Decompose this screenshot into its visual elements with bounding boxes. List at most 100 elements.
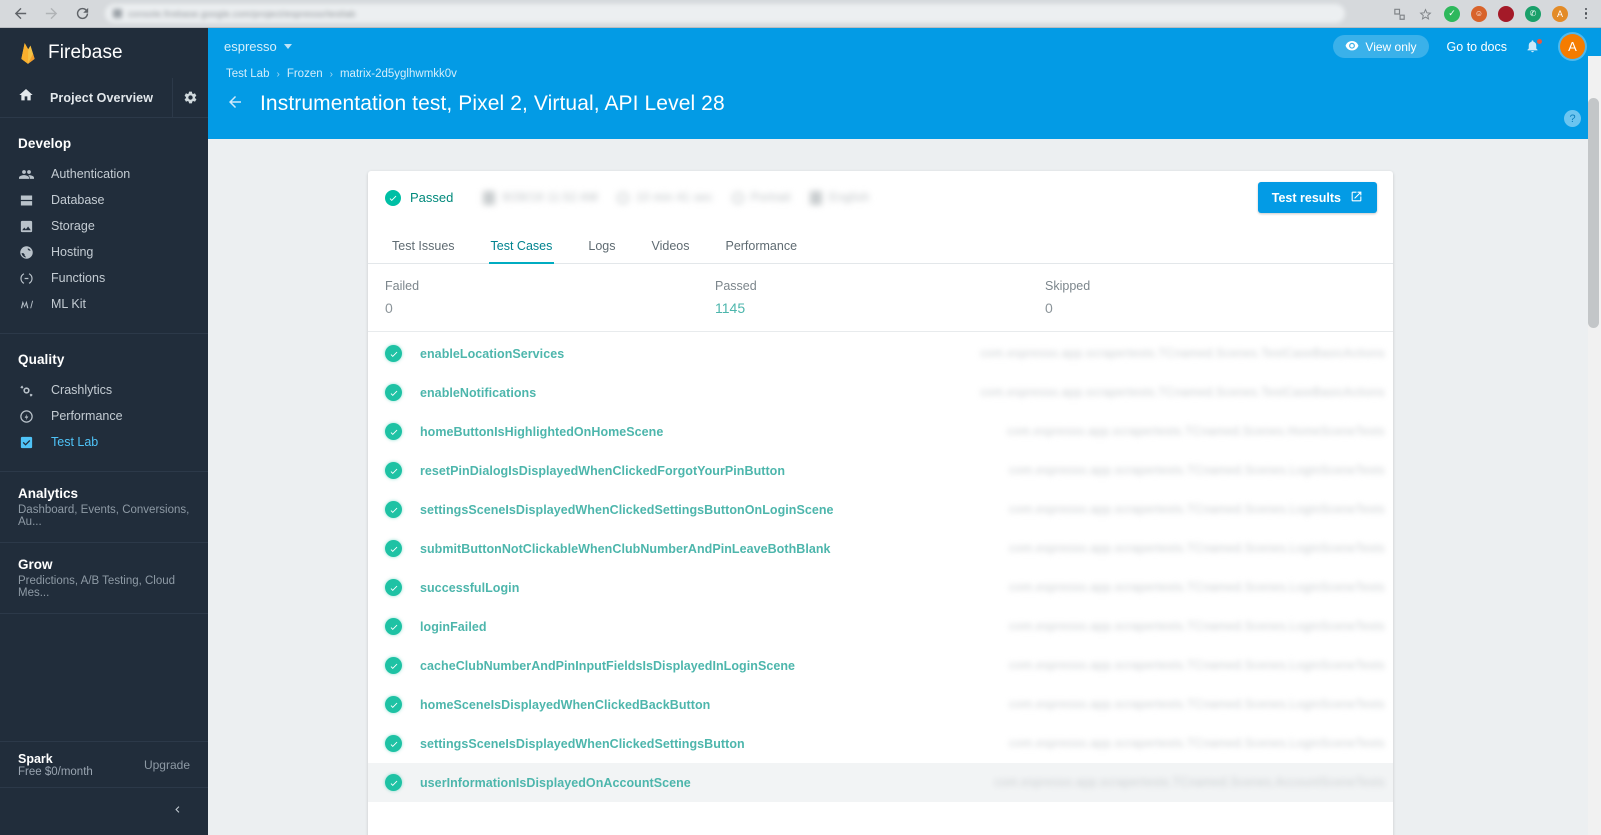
- sidebar-section-quality-title: Quality: [0, 334, 208, 377]
- stat-value: 0: [1045, 300, 1090, 316]
- test-case-name[interactable]: homeSceneIsDisplayedWhenClickedBackButto…: [420, 698, 710, 712]
- sidebar-item-ml-kit[interactable]: ML Kit: [0, 291, 208, 317]
- test-case-row[interactable]: enableLocationServicescom.espresso.app.s…: [368, 334, 1393, 373]
- test-case-class: com.espresso.app.scrapertests.TCnamed.Sc…: [1009, 699, 1385, 711]
- speedometer-icon: [18, 409, 35, 424]
- test-case-name[interactable]: resetPinDialogIsDisplayedWhenClickedForg…: [420, 464, 785, 478]
- whatsapp-extension-icon[interactable]: ✆: [1525, 6, 1541, 22]
- test-case-list: enableLocationServices com.espresso.app.s…: [368, 332, 1393, 802]
- test-case-class: com.espresso.app.scrapertests.TCnamed.Sc…: [1009, 465, 1385, 477]
- language-icon: [810, 191, 822, 205]
- check-circle-icon: [385, 345, 402, 362]
- test-case-name[interactable]: enableLocationServices: [420, 347, 564, 361]
- test-results-button[interactable]: Test results: [1258, 182, 1377, 213]
- project-overview-label: Project Overview: [50, 91, 153, 105]
- metadata-value: 10 min 41 sec: [636, 192, 713, 204]
- sidebar-item-project-overview[interactable]: Project Overview: [0, 78, 208, 118]
- test-case-row[interactable]: homeButtonIsHighlightedOnHomeScenecom.es…: [368, 412, 1393, 451]
- plan-name: Spark: [18, 752, 93, 766]
- sidebar-block-title: Grow: [18, 557, 208, 572]
- emoji-extension-icon[interactable]: ☺: [1471, 6, 1487, 22]
- sidebar-item-database[interactable]: Database: [0, 187, 208, 213]
- test-case-name[interactable]: userInformationIsDisplayedOnAccountScene: [420, 776, 691, 790]
- back-arrow-icon[interactable]: [226, 94, 244, 115]
- page-scrollbar-thumb[interactable]: [1588, 98, 1599, 328]
- check-circle-icon: [385, 657, 402, 674]
- sidebar-item-functions[interactable]: Functions: [0, 265, 208, 291]
- stat-failed: Failed 0: [368, 279, 698, 316]
- address-bar[interactable]: console.firebase.google.com/project/espr…: [105, 4, 1345, 23]
- bell-icon[interactable]: [1525, 38, 1542, 56]
- test-case-row[interactable]: enableNotificationscom.espresso.app.scra…: [368, 373, 1393, 412]
- tab-test-issues[interactable]: Test Issues: [374, 239, 473, 263]
- test-case-name[interactable]: settingsSceneIsDisplayedWhenClickedSetti…: [420, 737, 745, 751]
- sidebar-item-performance[interactable]: Performance: [0, 403, 208, 429]
- view-only-badge: View only: [1333, 35, 1428, 58]
- help-icon[interactable]: ?: [1564, 110, 1581, 127]
- sidebar-item-label: Test Lab: [51, 435, 98, 449]
- test-case-row[interactable]: settingsSceneIsDisplayedWhenClickedSetti…: [368, 724, 1393, 763]
- upgrade-button[interactable]: Upgrade: [144, 758, 190, 772]
- check-circle-icon: [385, 423, 402, 440]
- test-case-row[interactable]: homeSceneIsDisplayedWhenClickedBackButto…: [368, 685, 1393, 724]
- opera-extension-icon[interactable]: [1498, 6, 1514, 22]
- go-to-docs-link[interactable]: Go to docs: [1447, 40, 1507, 54]
- gear-icon[interactable]: [172, 78, 208, 118]
- test-case-row[interactable]: submitButtonNotClickableWhenClubNumberAn…: [368, 529, 1393, 568]
- test-case-name[interactable]: successfulLogin: [420, 581, 519, 595]
- browser-profile-avatar[interactable]: A: [1552, 6, 1568, 22]
- sidebar-item-crashlytics[interactable]: Crashlytics: [0, 377, 208, 403]
- metadata-orientation: Portrait: [732, 192, 791, 204]
- sidebar-item-hosting[interactable]: Hosting: [0, 239, 208, 265]
- header-actions: View only Go to docs A: [1333, 34, 1585, 59]
- tab-videos[interactable]: Videos: [633, 239, 707, 263]
- sidebar-item-label: Hosting: [51, 245, 93, 259]
- test-case-row[interactable]: loginFailedcom.espresso.app.scrapertests…: [368, 607, 1393, 646]
- sidebar-block-grow[interactable]: Grow Predictions, A/B Testing, Cloud Mes…: [0, 543, 208, 614]
- plan-row[interactable]: Spark Free $0/month Upgrade: [0, 741, 208, 788]
- test-stats-row: Failed 0 Passed 1145 Skipped 0: [368, 264, 1393, 332]
- test-case-row[interactable]: settingsSceneIsDisplayedWhenClickedSetti…: [368, 490, 1393, 529]
- bookmark-star-icon[interactable]: [1418, 7, 1433, 21]
- forward-arrow-icon[interactable]: [43, 5, 60, 22]
- sidebar-item-label: Database: [51, 193, 105, 207]
- test-case-row[interactable]: successfulLogin com.espresso.app.scrapert…: [368, 568, 1393, 607]
- sidebar-item-storage[interactable]: Storage: [0, 213, 208, 239]
- avatar[interactable]: A: [1560, 34, 1585, 59]
- test-summary-row: Passed 9/28/19 11:52 AM 10 min 41 sec Po…: [368, 171, 1393, 224]
- green-check-extension-icon[interactable]: ✓: [1444, 6, 1460, 22]
- metadata-value: Portrait: [751, 192, 791, 204]
- test-case-name[interactable]: homeButtonIsHighlightedOnHomeScene: [420, 425, 663, 439]
- test-case-name[interactable]: enableNotifications: [420, 386, 536, 400]
- test-case-class: com.espresso.app.scrapertests.TCnamed.Sc…: [1009, 582, 1385, 594]
- metadata-locale: English: [810, 191, 870, 205]
- breadcrumb-item-frozen[interactable]: Frozen: [287, 68, 323, 80]
- tab-test-cases[interactable]: Test Cases: [473, 239, 571, 263]
- reload-icon[interactable]: [74, 5, 91, 22]
- test-case-name[interactable]: loginFailed: [420, 620, 487, 634]
- test-case-row[interactable]: userInformationIsDisplayedOnAccountScene…: [368, 763, 1393, 802]
- sidebar-item-authentication[interactable]: Authentication: [0, 161, 208, 187]
- test-case-name[interactable]: submitButtonNotClickableWhenClubNumberAn…: [420, 542, 831, 556]
- firebase-logo-row[interactable]: Firebase: [0, 28, 208, 78]
- tab-performance[interactable]: Performance: [707, 239, 815, 263]
- test-case-row[interactable]: resetPinDialogIsDisplayedWhenClickedForg…: [368, 451, 1393, 490]
- sidebar-item-test-lab[interactable]: Test Lab: [0, 429, 208, 455]
- tab-logs[interactable]: Logs: [570, 239, 633, 263]
- back-arrow-icon[interactable]: [12, 5, 29, 22]
- check-circle-icon: [385, 190, 401, 206]
- project-name-label: espresso: [224, 39, 277, 54]
- sidebar-collapse-button[interactable]: [0, 788, 208, 835]
- sidebar-block-analytics[interactable]: Analytics Dashboard, Events, Conversions…: [0, 472, 208, 543]
- sidebar-item-label: Performance: [51, 409, 123, 423]
- translate-icon[interactable]: [1392, 7, 1407, 21]
- sidebar-section-develop-title: Develop: [0, 118, 208, 161]
- test-case-class: com.espresso.app.scrapertests.TCnamed.Sc…: [1009, 660, 1385, 672]
- breadcrumb-item-matrix[interactable]: matrix-2d5yglhwmkk0v: [340, 68, 457, 80]
- test-case-row[interactable]: cacheClubNumberAndPinInputFieldsIsDispla…: [368, 646, 1393, 685]
- breadcrumb-item-test-lab[interactable]: Test Lab: [226, 68, 269, 80]
- test-case-name[interactable]: cacheClubNumberAndPinInputFieldsIsDispla…: [420, 659, 795, 673]
- eye-icon: [1345, 40, 1359, 54]
- kebab-menu-icon[interactable]: [1579, 8, 1593, 20]
- test-case-name[interactable]: settingsSceneIsDisplayedWhenClickedSetti…: [420, 503, 834, 517]
